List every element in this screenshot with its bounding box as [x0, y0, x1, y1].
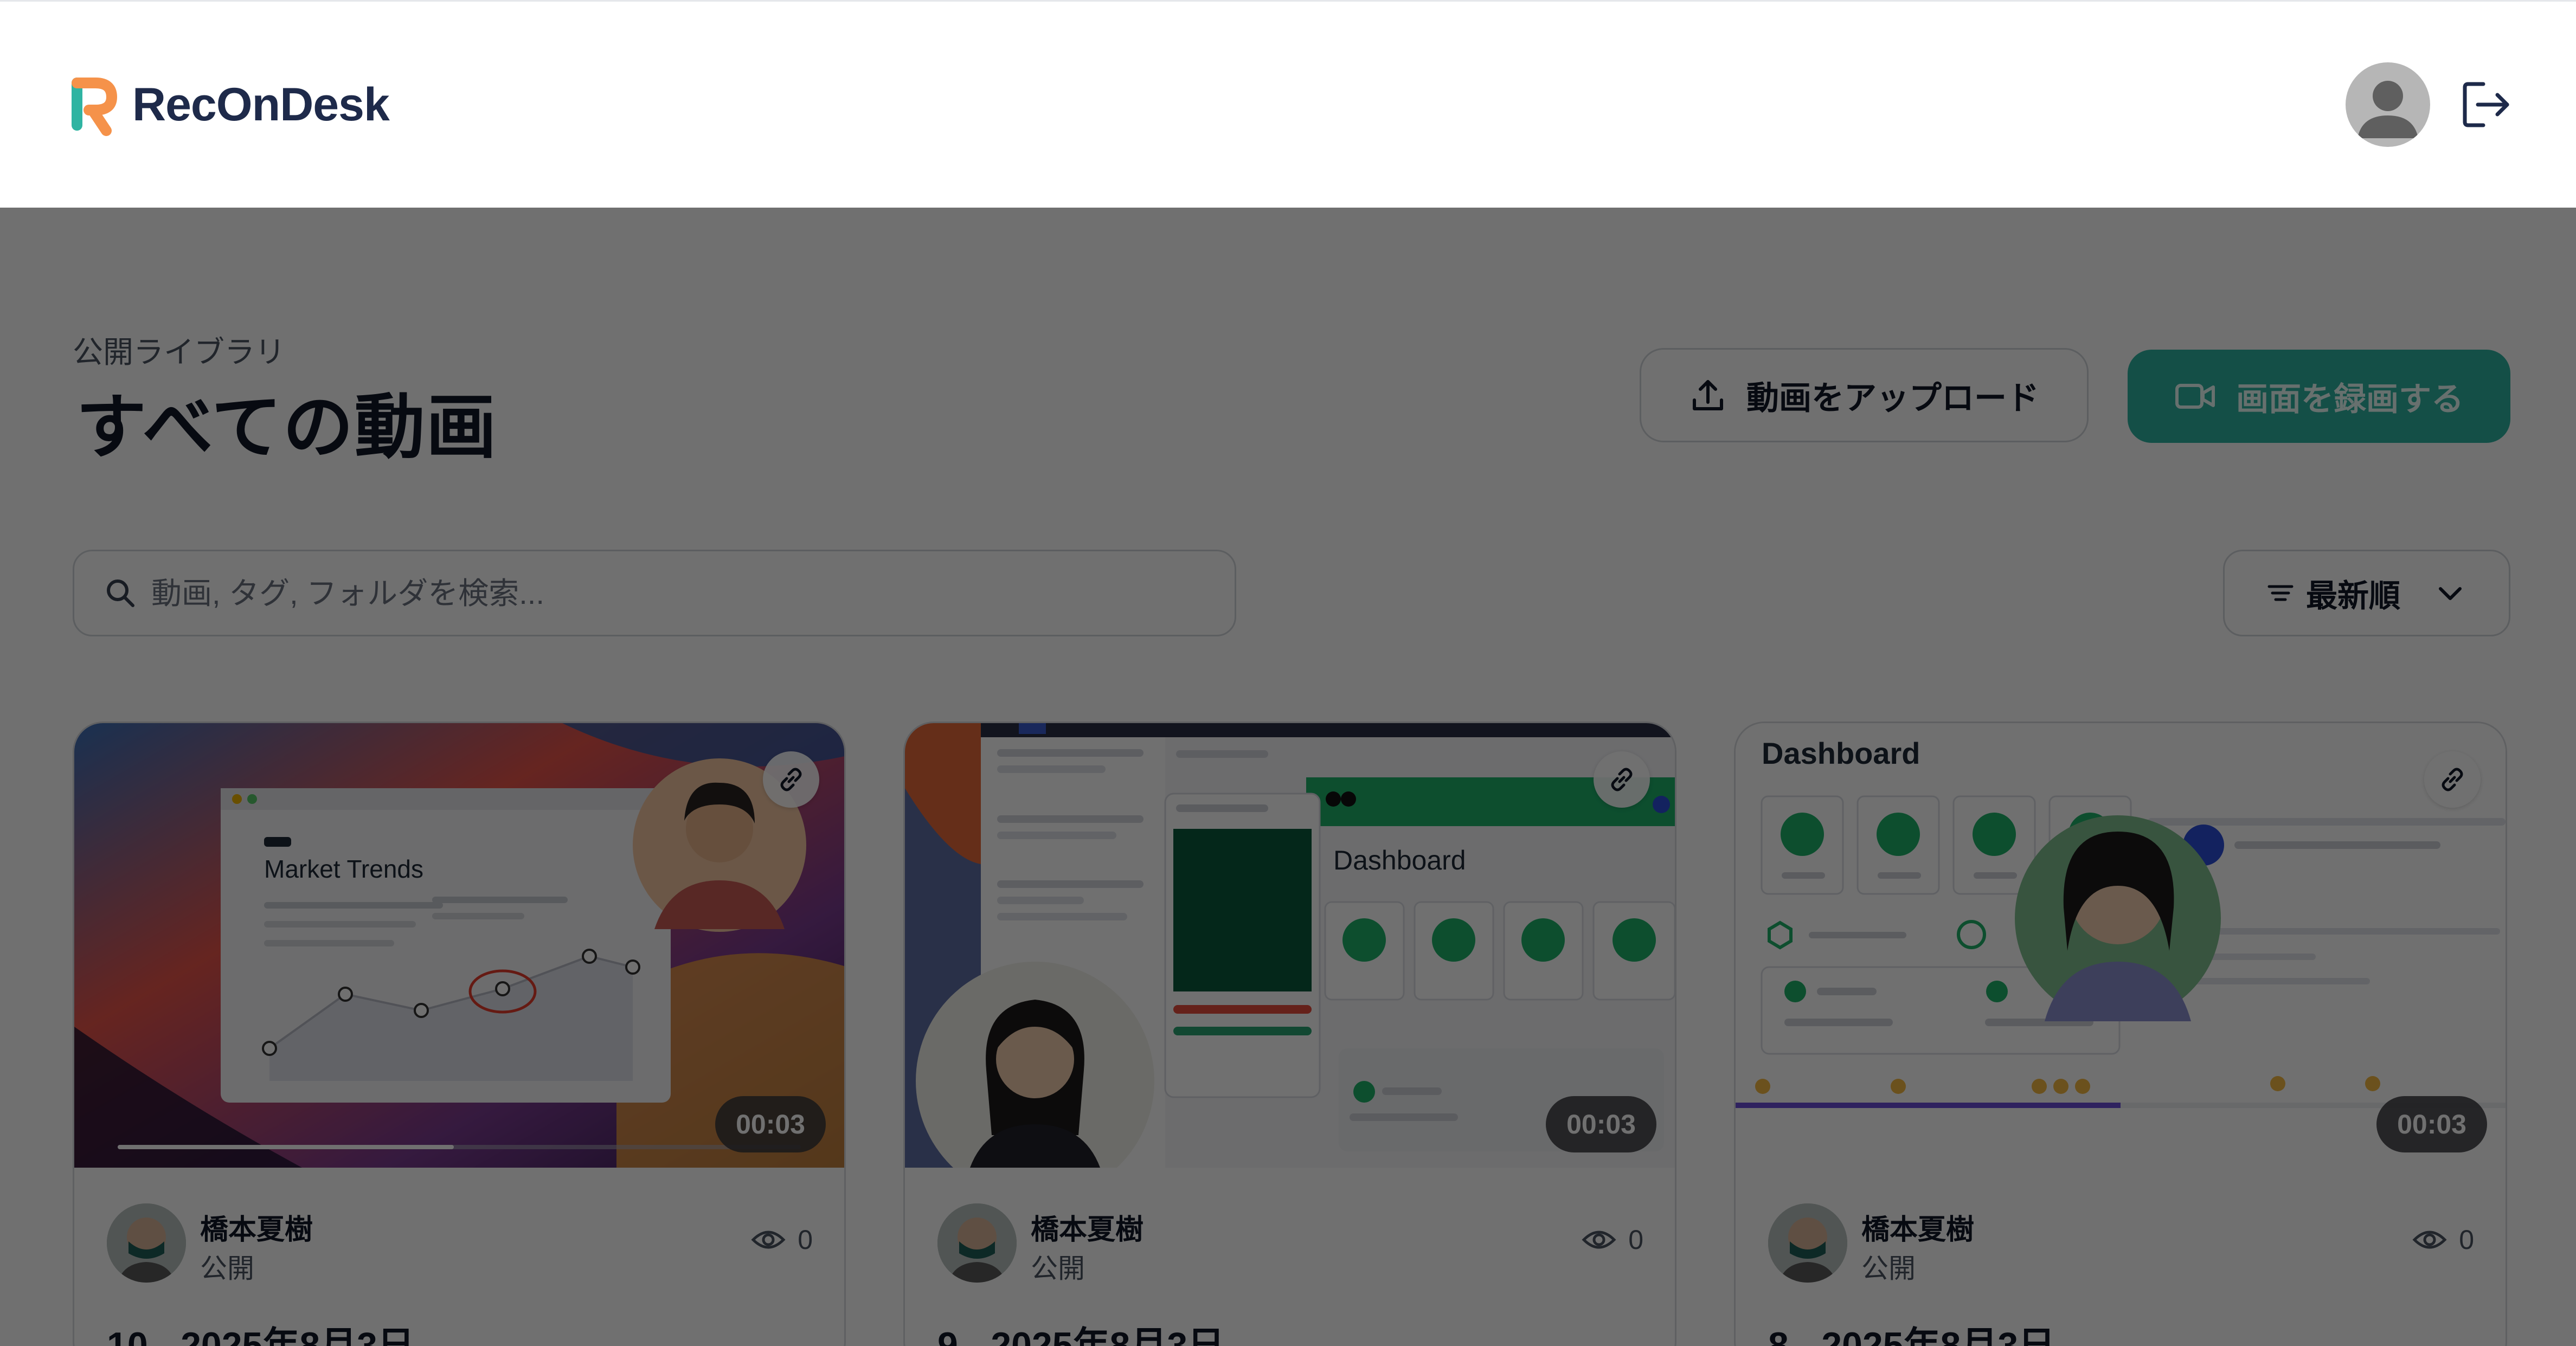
upload-video-label: 動画をアップロード	[1746, 379, 2039, 416]
author-photo-icon	[937, 1203, 1017, 1283]
author-photo-icon	[1768, 1203, 1847, 1283]
view-count: 0	[751, 1224, 813, 1255]
duration-badge: 00:03	[1546, 1096, 1656, 1152]
view-count-value: 0	[798, 1225, 813, 1255]
author-photo-icon	[107, 1203, 186, 1283]
thumb-dashboard-title: Dashboard	[1333, 845, 1466, 875]
search-input[interactable]	[150, 575, 1183, 611]
view-count-value: 0	[1628, 1225, 1643, 1255]
record-screen-button[interactable]: 画面を録画する	[2128, 350, 2510, 443]
sort-label: 最新順	[2305, 578, 2400, 614]
eye-icon	[751, 1231, 786, 1249]
user-avatar-button[interactable]	[2346, 62, 2430, 147]
thumb-dashboard-title: Dashboard	[1762, 736, 1920, 770]
view-count: 0	[1582, 1224, 1643, 1255]
breadcrumb: 公開ライブラリ	[73, 335, 285, 369]
author-avatar	[937, 1203, 1017, 1283]
copy-link-button[interactable]	[763, 751, 819, 808]
video-camera-icon	[2175, 384, 2215, 409]
link-icon	[780, 768, 802, 791]
video-card[interactable]: Market Trends 00:03 橋本夏樹 公開 0 10 - 2025年…	[73, 722, 846, 1346]
app-name: RecOnDesk	[132, 78, 390, 131]
video-card[interactable]: Dashboard	[1734, 722, 2507, 1346]
author-name: 橋本夏樹	[200, 1214, 313, 1246]
page-title: すべての動画	[76, 388, 498, 467]
copy-link-button[interactable]	[2424, 751, 2481, 808]
top-bar: RecOnDesk	[0, 0, 2576, 208]
video-meta: 橋本夏樹 公開 0 8 - 2025年8月3日	[1736, 1168, 2506, 1346]
eye-icon	[2412, 1231, 2447, 1249]
visibility-label: 公開	[1031, 1253, 1085, 1284]
upload-icon	[1693, 380, 1723, 410]
duration-badge: 00:03	[2376, 1096, 2487, 1152]
search-bar[interactable]	[73, 550, 1236, 636]
video-card[interactable]: Dashboard	[903, 722, 1676, 1346]
library-main: 公開ライブラリ すべての動画 動画をアップロード 画面を録画する 最新順	[0, 208, 2576, 1346]
video-thumbnail[interactable]: Dashboard 00:03	[1736, 723, 2506, 1168]
video-title[interactable]: 10 - 2025年8月3日	[107, 1315, 414, 1346]
author-avatar	[1768, 1203, 1847, 1283]
visibility-label: 公開	[200, 1253, 254, 1284]
author-name: 橋本夏樹	[1861, 1214, 1975, 1246]
user-avatar-icon	[2357, 81, 2418, 138]
view-count-value: 0	[2459, 1225, 2474, 1255]
video-thumbnail[interactable]: Dashboard 00:03	[905, 723, 1675, 1168]
thumb-chart-title: Market Trends	[264, 855, 423, 883]
author-avatar	[107, 1203, 186, 1283]
upload-video-button[interactable]: 動画をアップロード	[1640, 348, 2089, 442]
app-logo[interactable]: RecOnDesk	[67, 72, 390, 137]
link-icon	[2442, 768, 2463, 791]
duration-badge: 00:03	[715, 1096, 826, 1152]
view-count: 0	[2412, 1224, 2474, 1255]
visibility-label: 公開	[1861, 1253, 1916, 1284]
video-meta: 橋本夏樹 公開 0 10 - 2025年8月3日	[74, 1168, 844, 1346]
video-thumbnail[interactable]: Market Trends 00:03	[74, 723, 844, 1168]
video-title[interactable]: 9 - 2025年8月3日	[937, 1315, 1224, 1346]
author-name: 橋本夏樹	[1031, 1214, 1144, 1246]
sort-lines-icon	[2267, 585, 2294, 601]
search-icon	[107, 579, 134, 607]
video-meta: 橋本夏樹 公開 0 9 - 2025年8月3日	[905, 1168, 1675, 1346]
eye-icon	[1582, 1231, 1616, 1249]
sort-dropdown[interactable]: 最新順	[2223, 550, 2510, 636]
record-screen-label: 画面を録画する	[2236, 381, 2464, 417]
logo-mark-icon	[72, 78, 118, 136]
link-icon	[1611, 768, 1633, 791]
logout-icon[interactable]	[2458, 78, 2513, 132]
video-title[interactable]: 8 - 2025年8月3日	[1768, 1315, 2055, 1346]
copy-link-button[interactable]	[1594, 751, 1650, 808]
chevron-down-icon	[2439, 587, 2462, 600]
